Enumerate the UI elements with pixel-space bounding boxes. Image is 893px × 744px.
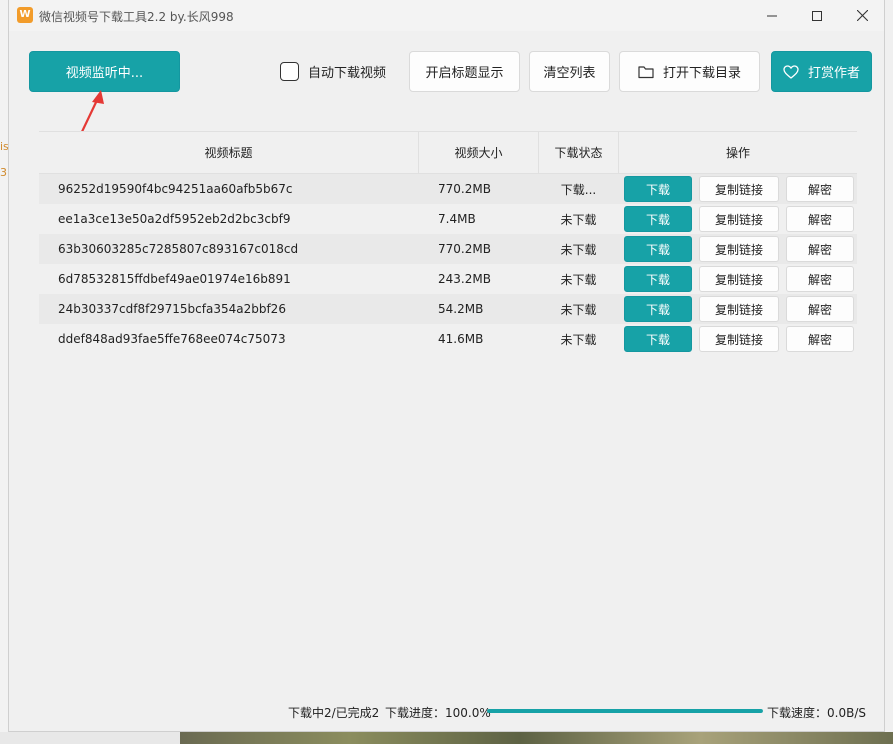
download-status-cell: 未下载 bbox=[560, 212, 597, 227]
background-window-edge: is 3 bbox=[0, 0, 9, 744]
minimize-icon bbox=[767, 15, 777, 16]
download-status-cell: 未下载 bbox=[560, 332, 597, 347]
video-title-cell: 63b30603285c7285807c893167c018cd bbox=[58, 242, 299, 256]
video-size-cell: 7.4MB bbox=[438, 212, 476, 226]
decrypt-button[interactable]: 解密 bbox=[786, 296, 854, 322]
video-title-cell: 6d78532815ffdbef49ae01974e16b891 bbox=[58, 272, 291, 286]
table-row[interactable]: 63b30603285c7285807c893167c018cd 770.2MB… bbox=[39, 234, 857, 264]
column-header-actions: 操作 bbox=[725, 146, 750, 160]
title-bar[interactable]: W 微信视频号下载工具2.2 by.长风998 bbox=[9, 0, 884, 31]
download-progress-label: 下载进度：100.0% bbox=[385, 706, 491, 720]
desktop-background bbox=[0, 732, 893, 744]
app-logo-icon: W bbox=[17, 7, 33, 23]
maximize-icon bbox=[812, 10, 822, 21]
download-summary: 下载中2/已完成2 bbox=[288, 706, 380, 720]
decrypt-button[interactable]: 解密 bbox=[786, 176, 854, 202]
auto-download-checkbox[interactable] bbox=[280, 61, 299, 81]
decrypt-button[interactable]: 解密 bbox=[786, 236, 854, 262]
app-window: W 微信视频号下载工具2.2 by.长风998 视频监听中... 自动下载视频 … bbox=[8, 0, 885, 732]
copy-link-button[interactable]: 复制链接 bbox=[699, 266, 779, 292]
close-button[interactable] bbox=[840, 0, 884, 31]
video-title-cell: ee1a3ce13e50a2df5952eb2d2bc3cbf9 bbox=[58, 212, 291, 226]
table-row[interactable]: ee1a3ce13e50a2df5952eb2d2bc3cbf9 7.4MB 未… bbox=[39, 204, 857, 234]
video-title-cell: ddef848ad93fae5ffe768ee074c75073 bbox=[58, 332, 286, 346]
folder-icon bbox=[638, 65, 654, 78]
download-status-cell: 未下载 bbox=[560, 302, 597, 317]
video-title-cell: 96252d19590f4bc94251aa60afb5b67c bbox=[58, 182, 293, 196]
video-size-cell: 243.2MB bbox=[438, 272, 491, 286]
table-row[interactable]: ddef848ad93fae5ffe768ee074c75073 41.6MB … bbox=[39, 324, 857, 354]
download-progress-bar bbox=[487, 709, 763, 713]
background-window-edge bbox=[885, 0, 893, 744]
minimize-button[interactable] bbox=[750, 0, 794, 31]
status-bar: 下载中2/已完成2 下载进度：100.0% 下载速度：0.0B/S bbox=[9, 700, 884, 724]
table-row[interactable]: 6d78532815ffdbef49ae01974e16b891 243.2MB… bbox=[39, 264, 857, 294]
show-title-button[interactable]: 开启标题显示 bbox=[409, 51, 520, 92]
download-button[interactable]: 下载 bbox=[624, 176, 692, 202]
tip-author-label: 打赏作者 bbox=[807, 66, 860, 81]
video-size-cell: 41.6MB bbox=[438, 332, 484, 346]
table-row[interactable]: 96252d19590f4bc94251aa60afb5b67c 770.2MB… bbox=[39, 174, 857, 204]
auto-download-toggle[interactable]: 自动下载视频 bbox=[280, 61, 386, 81]
window-title: 微信视频号下载工具2.2 by.长风998 bbox=[39, 10, 234, 24]
monitor-button[interactable]: 视频监听中... bbox=[29, 51, 180, 92]
video-title-cell: 24b30337cdf8f29715bcfa354a2bbf26 bbox=[58, 302, 286, 316]
download-speed-label: 下载速度：0.0B/S bbox=[767, 706, 866, 720]
download-button[interactable]: 下载 bbox=[624, 266, 692, 292]
copy-link-button[interactable]: 复制链接 bbox=[699, 206, 779, 232]
table-row[interactable]: 24b30337cdf8f29715bcfa354a2bbf26 54.2MB … bbox=[39, 294, 857, 324]
table-body: 96252d19590f4bc94251aa60afb5b67c 770.2MB… bbox=[39, 174, 857, 354]
column-header-title: 视频标题 bbox=[204, 146, 253, 160]
column-header-status: 下载状态 bbox=[554, 146, 603, 160]
download-button[interactable]: 下载 bbox=[624, 296, 692, 322]
tip-author-button[interactable]: 打赏作者 bbox=[771, 51, 872, 92]
copy-link-button[interactable]: 复制链接 bbox=[699, 236, 779, 262]
copy-link-button[interactable]: 复制链接 bbox=[699, 296, 779, 322]
auto-download-label: 自动下载视频 bbox=[308, 65, 387, 81]
video-size-cell: 54.2MB bbox=[438, 302, 484, 316]
download-status-cell: 未下载 bbox=[560, 272, 597, 287]
download-button[interactable]: 下载 bbox=[624, 206, 692, 232]
decrypt-button[interactable]: 解密 bbox=[786, 326, 854, 352]
table-header: 视频标题 视频大小 下载状态 操作 bbox=[39, 131, 857, 174]
copy-link-button[interactable]: 复制链接 bbox=[699, 176, 779, 202]
download-progress-fill bbox=[487, 709, 763, 713]
background-text-fragment: 3 bbox=[0, 166, 7, 179]
open-download-dir-label: 打开下载目录 bbox=[662, 66, 741, 81]
decrypt-button[interactable]: 解密 bbox=[786, 206, 854, 232]
copy-link-button[interactable]: 复制链接 bbox=[699, 326, 779, 352]
heart-icon bbox=[783, 64, 799, 79]
download-status-cell: 未下载 bbox=[560, 242, 597, 257]
decrypt-button[interactable]: 解密 bbox=[786, 266, 854, 292]
clear-list-button[interactable]: 清空列表 bbox=[529, 51, 610, 92]
download-status-cell: 下载... bbox=[560, 182, 597, 197]
download-button[interactable]: 下载 bbox=[624, 326, 692, 352]
close-icon bbox=[856, 10, 868, 21]
column-header-size: 视频大小 bbox=[454, 146, 503, 160]
video-size-cell: 770.2MB bbox=[438, 242, 491, 256]
download-button[interactable]: 下载 bbox=[624, 236, 692, 262]
open-download-dir-button[interactable]: 打开下载目录 bbox=[619, 51, 760, 92]
video-table: 视频标题 视频大小 下载状态 操作 96252d19590f4bc94251aa… bbox=[39, 131, 857, 354]
maximize-button[interactable] bbox=[795, 0, 839, 31]
video-size-cell: 770.2MB bbox=[438, 182, 491, 196]
